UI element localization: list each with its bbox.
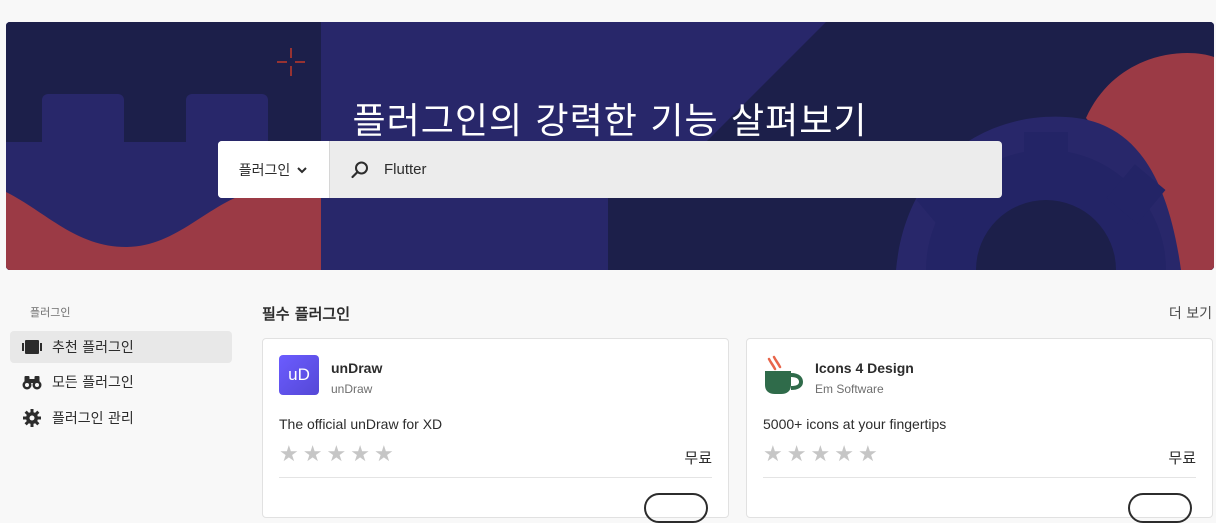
binoculars-icon	[22, 373, 42, 391]
search-category-dropdown[interactable]: 플러그인	[218, 141, 330, 198]
search-category-label: 플러그인	[238, 162, 291, 179]
install-button[interactable]	[1128, 493, 1192, 523]
hero-banner: 플러그인의 강력한 기능 살펴보기 플러그인	[6, 22, 1214, 270]
card-divider	[279, 477, 712, 478]
star-icon: ★	[279, 442, 299, 467]
star-icon: ★	[834, 442, 854, 467]
star-icon: ★	[302, 442, 323, 467]
rating-stars: ★ ★ ★ ★ ★	[279, 443, 394, 467]
search-icon	[351, 161, 368, 178]
plugin-name[interactable]: Icons 4 Design	[815, 360, 914, 376]
plugin-vendor: Em Software	[815, 382, 884, 396]
rating-stars: ★ ★ ★ ★ ★	[763, 443, 878, 467]
section-title: 필수 플러그인	[262, 305, 351, 323]
star-icon: ★	[350, 442, 370, 467]
star-icon: ★	[786, 442, 807, 467]
plugin-price: 무료	[1168, 449, 1196, 467]
logo-text: uD	[288, 365, 310, 384]
sidebar-item-label: 모든 플러그인	[52, 375, 134, 391]
gear-icon	[22, 409, 42, 427]
sidebar-item-label: 추천 플러그인	[52, 340, 134, 356]
star-icon: ★	[810, 442, 831, 467]
coffee-cup-icon	[763, 355, 804, 395]
hero-title: 플러그인의 강력한 기능 살펴보기	[352, 101, 868, 142]
plugin-name[interactable]: unDraw	[331, 360, 382, 376]
featured-icon	[22, 338, 42, 356]
plugin-vendor: unDraw	[331, 382, 373, 396]
plugin-search-bar: 플러그인	[218, 141, 1002, 198]
plugin-description: The official unDraw for XD	[279, 416, 443, 432]
star-icon: ★	[373, 442, 394, 467]
undraw-logo: uD	[279, 355, 319, 395]
sidebar-heading: 플러그인	[30, 306, 71, 319]
search-field	[330, 141, 1002, 198]
card-divider	[763, 477, 1196, 478]
see-more-link[interactable]: 더 보기	[1169, 303, 1212, 323]
sidebar-item-label: 플러그인 관리	[52, 411, 134, 427]
star-icon: ★	[763, 442, 783, 467]
star-icon: ★	[326, 442, 347, 467]
plugin-card-undraw[interactable]: uD unDraw unDraw The official unDraw for…	[262, 338, 729, 523]
install-button[interactable]	[644, 493, 708, 523]
star-icon: ★	[857, 442, 878, 467]
chevron-down-icon	[297, 166, 307, 173]
search-input[interactable]	[382, 160, 946, 179]
plugin-card-icons4design[interactable]: Icons 4 Design Em Software 5000+ icons a…	[746, 338, 1213, 523]
sidebar-item-all-plugins[interactable]: 모든 플러그인	[10, 366, 232, 398]
plugin-description: 5000+ icons at your fingertips	[763, 416, 947, 432]
plugin-price: 무료	[684, 449, 712, 467]
sidebar-item-featured[interactable]: 추천 플러그인	[10, 331, 232, 363]
sidebar-item-manage-plugins[interactable]: 플러그인 관리	[10, 402, 232, 434]
